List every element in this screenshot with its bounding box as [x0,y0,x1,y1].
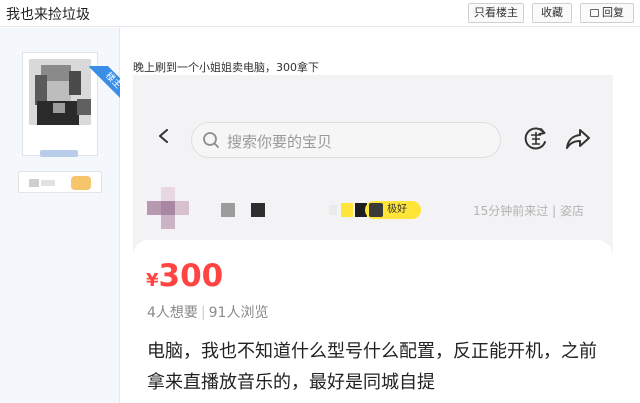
reply-label: 回复 [602,6,624,19]
share-icon [566,129,590,149]
views-count: 91人浏览 [208,305,269,321]
embedded-screenshot: 搜索你要的宝贝 极好 15分钟前来过 | 姿店 ¥300 4人想要 | 91人浏… [133,75,613,403]
price-amount: 300 [158,258,224,294]
reply-button[interactable]: 回复 [580,3,634,23]
avatar[interactable] [29,59,91,125]
reply-icon [590,9,599,17]
listing-card: ¥300 4人想要 | 91人浏览 电脑，我也不知道什么型号什么配置，反正能开机，之… [133,240,613,403]
seller-visit-info: 15分钟前来过 | 姿店 [473,204,584,218]
thread-title: 我也来捡垃圾 [6,7,90,23]
search-bar: 搜索你要的宝贝 [191,122,501,158]
op-badge-label: 楼主 [88,66,122,104]
op-ribbon: 楼主 [84,66,122,104]
thread-header: 我也来捡垃圾 只看楼主 收藏 回复 [0,0,640,27]
favorite-button[interactable]: 收藏 [532,3,572,23]
back-arrow-icon [159,129,168,143]
listing-stats: 4人想要 | 91人浏览 [147,305,269,321]
username-blurred[interactable] [40,150,78,157]
price-currency: ¥ [146,270,159,291]
seller-row: 极好 15分钟前来过 | 姿店 [133,183,613,233]
post-content: 晚上刷到一个小姐姐卖电脑，300拿下 搜索你要的宝贝 极好 15分钟前来过 | … [120,28,640,403]
author-sidebar: 楼主 [0,28,122,403]
sell-icon [524,127,546,150]
seller-level-badge: 极好 [365,201,421,219]
listing-price: ¥300 [146,258,223,294]
search-placeholder: 搜索你要的宝贝 [227,133,333,151]
seller-level-label: 极好 [387,204,407,215]
wants-count: 4人想要 [147,305,198,321]
user-badges-blurred [18,171,102,193]
post-text: 晚上刷到一个小姐姐卖电脑，300拿下 [133,61,319,74]
only-op-button[interactable]: 只看楼主 [468,3,524,23]
search-icon [203,132,219,148]
listing-description: 电脑，我也不知道什么型号什么配置，反正能开机，之前拿来直播放音乐的，最好是同城自… [147,341,597,393]
